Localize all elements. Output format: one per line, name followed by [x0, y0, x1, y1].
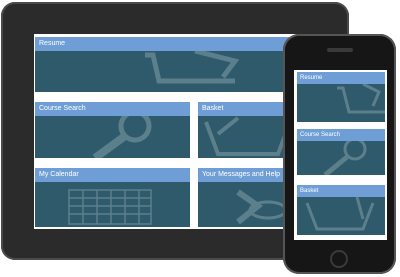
phone-tile-course-search[interactable]: Course Search [297, 129, 385, 175]
cart-icon [145, 51, 240, 84]
tile-label: Resume [35, 37, 305, 51]
cart-icon [337, 84, 385, 114]
tile-label: My Calendar [35, 168, 190, 182]
tile-resume[interactable]: Resume [35, 37, 305, 92]
tile-my-calendar[interactable]: My Calendar [35, 168, 190, 227]
phone-home-button[interactable] [330, 250, 348, 268]
phone-tile-resume[interactable]: Resume [297, 72, 385, 122]
tile-label: Course Search [297, 129, 385, 141]
phone-screen: Resume Course Search Basket [294, 70, 387, 240]
phone-device: Resume Course Search Basket [283, 34, 396, 274]
tile-course-search[interactable]: Course Search [35, 102, 190, 158]
tile-label: Course Search [35, 102, 190, 116]
tile-label: Resume [297, 72, 385, 84]
calendar-icon [68, 189, 152, 225]
basket-icon [305, 197, 375, 231]
magnifier-icon [92, 116, 152, 158]
phone-tile-basket[interactable]: Basket [297, 185, 385, 235]
magnifier-icon [323, 141, 367, 175]
tile-label: Basket [297, 185, 385, 197]
phone-earpiece [327, 48, 353, 52]
tablet-screen: Resume Course Search Basket My Calendar [34, 34, 306, 229]
